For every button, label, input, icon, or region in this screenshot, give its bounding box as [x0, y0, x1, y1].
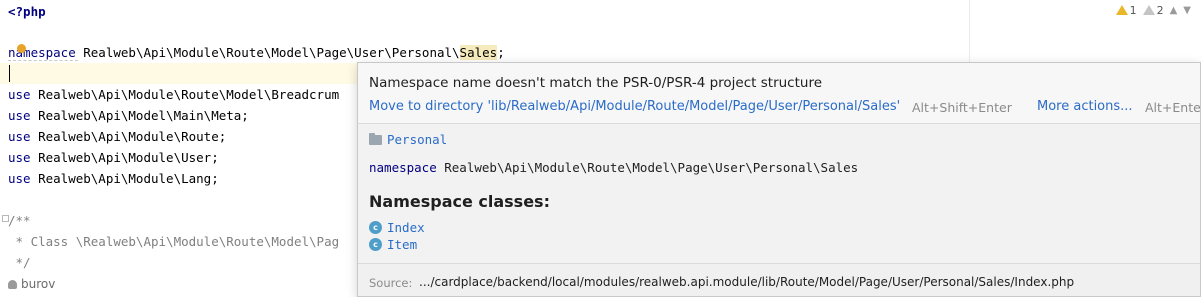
decl-name: Realweb\Api\Module\Route\Model\Page\User…	[436, 160, 859, 175]
author-name: burov	[21, 277, 56, 291]
code-line-doc-open[interactable]: /**	[8, 210, 31, 231]
namespace-path: Realweb\Api\Module\Route\Model\Page\User…	[75, 45, 460, 60]
fix-shortcut: Alt+Shift+Enter	[912, 100, 1012, 115]
use-path: Realweb\Api\Model\Main\Meta;	[30, 108, 249, 123]
doc-comment-close: */	[8, 255, 31, 270]
namespace-semicolon: ;	[497, 45, 505, 60]
move-to-directory-link[interactable]: Move to directory 'lib/Realweb/Api/Modul…	[369, 99, 900, 114]
code-line-php-open[interactable]: <?php	[8, 1, 46, 22]
use-path: Realweb\Api\Module\User;	[30, 150, 219, 165]
class-icon: c	[369, 238, 382, 251]
namespace-declaration: namespace Realweb\Api\Module\Route\Model…	[369, 160, 858, 175]
use-keyword: use	[8, 171, 31, 186]
code-line-use-5[interactable]: use Realweb\Api\Module\Lang;	[8, 168, 219, 189]
chevron-down-icon[interactable]: ▼	[1183, 5, 1191, 16]
classes-heading: Namespace classes:	[369, 192, 550, 211]
code-line-namespace[interactable]: namespace Realweb\Api\Module\Route\Model…	[8, 42, 505, 63]
folder-name[interactable]: Personal	[387, 132, 447, 147]
use-path: Realweb\Api\Module\Route\Model\Breadcrum	[30, 87, 340, 102]
intention-bulb-icon[interactable]	[17, 44, 26, 53]
inspection-widget[interactable]: 1 2 ▲ ▼	[1115, 4, 1191, 17]
source-footer: Source: .../cardplace/backend/local/modu…	[358, 263, 1200, 296]
class-link[interactable]: Item	[387, 237, 417, 252]
problem-message: Namespace name doesn't match the PSR-0/P…	[369, 75, 823, 91]
class-icon: c	[369, 221, 382, 234]
more-actions-shortcut: Alt+Enter	[1145, 100, 1201, 115]
php-open-tag: <?php	[8, 4, 46, 19]
person-icon	[8, 280, 17, 289]
class-item[interactable]: c Item	[369, 237, 417, 252]
use-keyword: use	[8, 87, 31, 102]
chevron-up-icon[interactable]: ▲	[1170, 5, 1178, 16]
use-path: Realweb\Api\Module\Lang;	[30, 171, 219, 186]
source-label: Source:	[369, 276, 413, 290]
weak-warning-icon	[1142, 5, 1155, 15]
code-line-doc-class[interactable]: * Class \Realweb\Api\Module\Route\Model\…	[8, 231, 340, 252]
text-caret	[9, 65, 10, 82]
warning-count[interactable]: 1	[1115, 4, 1137, 17]
use-path: Realweb\Api\Module\Route;	[30, 129, 227, 144]
more-actions-link[interactable]: More actions...	[1037, 99, 1133, 114]
namespace-last-segment[interactable]: Sales	[459, 45, 498, 60]
class-link[interactable]: Index	[387, 220, 425, 235]
popup-documentation: Personal namespace Realweb\Api\Module\Ro…	[358, 125, 1200, 265]
code-line-use-3[interactable]: use Realweb\Api\Module\Route;	[8, 126, 226, 147]
use-keyword: use	[8, 108, 31, 123]
code-author-hint[interactable]: burov	[8, 274, 55, 294]
warning-underline	[8, 60, 78, 61]
use-keyword: use	[8, 150, 31, 165]
use-keyword: use	[8, 129, 31, 144]
class-item[interactable]: c Index	[369, 220, 425, 235]
popup-problem-section: Namespace name doesn't match the PSR-0/P…	[358, 63, 1200, 124]
source-path[interactable]: .../cardplace/backend/local/modules/real…	[419, 275, 1074, 289]
doc-comment-open: /**	[8, 213, 31, 228]
code-line-use-1[interactable]: use Realweb\Api\Module\Route\Model\Bread…	[8, 84, 339, 105]
code-line-doc-close[interactable]: */	[8, 252, 31, 273]
code-line-use-4[interactable]: use Realweb\Api\Module\User;	[8, 147, 219, 168]
doc-comment-class: * Class \Realweb\Api\Module\Route\Model\…	[8, 234, 340, 249]
weak-warning-count[interactable]: 2	[1142, 4, 1164, 17]
decl-keyword: namespace	[369, 160, 437, 175]
folder-icon	[369, 132, 382, 145]
code-line-use-2[interactable]: use Realweb\Api\Model\Main\Meta;	[8, 105, 249, 126]
folder-link-row[interactable]: Personal	[369, 132, 447, 147]
inspection-popup: Namespace name doesn't match the PSR-0/P…	[357, 62, 1201, 297]
warning-icon	[1115, 5, 1128, 15]
